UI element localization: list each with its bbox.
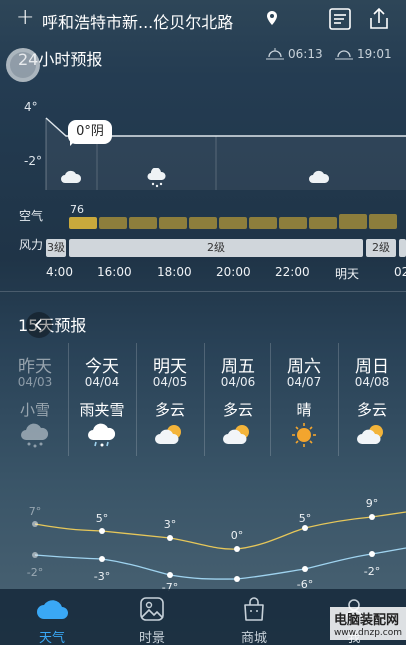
cloud-icon	[37, 600, 68, 619]
cloudy-icon	[309, 170, 330, 183]
low-temp: -3°	[93, 570, 111, 583]
time-label: 4:00	[46, 265, 73, 279]
aqi-bar[interactable]	[189, 217, 217, 229]
aqi-bar[interactable]	[99, 217, 127, 229]
aqi-bar[interactable]	[309, 217, 337, 229]
sunrise: 06:13	[266, 47, 323, 61]
share-button[interactable]	[366, 6, 392, 32]
time-label: 02	[394, 265, 406, 279]
day-condition: 小雪	[19, 401, 50, 419]
add-city-button[interactable]: +	[16, 7, 34, 29]
location-pin-icon	[267, 11, 277, 25]
wind-level-segment[interactable]: 3级	[46, 239, 66, 257]
day-date: 04/03	[17, 375, 53, 389]
chevron-left-icon	[34, 319, 42, 331]
floating-assistant-button[interactable]	[6, 48, 40, 82]
high-temp: 3°	[163, 518, 177, 531]
high-temp: 5°	[95, 512, 109, 525]
list-button[interactable]	[327, 6, 353, 32]
high-temp: 9°	[365, 497, 379, 510]
aqi-bar[interactable]	[279, 217, 307, 229]
aqi-bar[interactable]	[369, 214, 397, 229]
watermark-line1: 电脑装配网	[333, 613, 399, 628]
day-date: 04/07	[286, 375, 322, 389]
shopping-bag-icon	[244, 597, 264, 621]
cloudy-icon	[61, 170, 82, 183]
sunrise-icon	[266, 48, 284, 60]
aqi-bar[interactable]	[69, 217, 97, 229]
sunset-icon	[335, 50, 353, 60]
aqi-bar[interactable]	[129, 217, 157, 229]
sunrise-time: 06:13	[288, 47, 323, 61]
low-temp: -2°	[26, 566, 44, 579]
nav-label: 天气	[38, 631, 65, 645]
column-divider	[136, 343, 137, 456]
snow-icon	[21, 423, 49, 448]
column-divider	[204, 343, 205, 456]
wind-level-segment	[399, 239, 406, 257]
high-temp: 7°	[28, 505, 42, 518]
day-name: 周六	[287, 357, 321, 377]
wind-level-segment[interactable]: 2级	[366, 239, 396, 257]
day-date: 04/05	[152, 375, 188, 389]
air-label: 空气	[19, 209, 44, 223]
nav-label: 商城	[240, 631, 267, 645]
day-condition: 晴	[296, 401, 312, 419]
section-divider	[0, 291, 406, 292]
aqi-bar[interactable]	[219, 217, 247, 229]
nav-weather[interactable]: 天气	[2, 589, 102, 645]
nav-mall[interactable]: 商城	[204, 589, 304, 645]
wind-level-segment[interactable]: 2级	[69, 239, 363, 257]
time-label: 18:00	[157, 265, 192, 279]
column-divider	[270, 343, 271, 456]
sunny-icon	[292, 423, 316, 447]
time-label: 20:00	[216, 265, 251, 279]
day-date: 04/04	[84, 375, 120, 389]
high-temp: 0°	[230, 529, 244, 542]
aqi-bar[interactable]	[159, 217, 187, 229]
day-condition: 多云	[154, 401, 185, 419]
day-date: 04/06	[220, 375, 256, 389]
aqi-bar[interactable]	[249, 217, 277, 229]
nav-scenery[interactable]: 时景	[102, 589, 202, 645]
watermark-line2: www.dnzp.com	[333, 628, 402, 638]
partly-cloudy-icon	[155, 425, 181, 444]
column-divider	[338, 343, 339, 456]
day-name: 周五	[221, 357, 255, 377]
aqi-value: 76	[70, 203, 84, 216]
column-divider	[68, 343, 69, 456]
location-title[interactable]: 呼和浩特市新...伦贝尔北路	[42, 9, 233, 33]
time-label: 22:00	[275, 265, 310, 279]
day-condition: 雨夹雪	[79, 401, 125, 419]
picture-icon	[140, 597, 164, 621]
bubble-tail	[70, 140, 76, 146]
wind-label: 风力	[19, 238, 44, 252]
aqi-bar[interactable]	[339, 214, 367, 229]
day-condition: 多云	[356, 401, 387, 419]
sleet-icon	[88, 423, 116, 447]
back-button[interactable]	[26, 312, 52, 338]
day-date: 04/08	[354, 375, 390, 389]
time-label: 明天	[335, 267, 360, 281]
nav-label: 时景	[138, 631, 165, 645]
day-condition: 多云	[222, 401, 253, 419]
day-name: 昨天	[18, 357, 52, 377]
time-label: 16:00	[97, 265, 132, 279]
high-temp: 5°	[298, 512, 312, 525]
light-snow-icon	[147, 168, 166, 188]
partly-cloudy-icon	[357, 425, 383, 444]
temp-trend-chart	[32, 511, 406, 582]
top-bar: + 呼和浩特市新...伦贝尔北路	[0, 0, 406, 40]
day-name: 今天	[85, 357, 119, 377]
watermark: 电脑装配网 www.dnzp.com	[329, 607, 406, 640]
day-name: 明天	[153, 357, 187, 377]
partly-cloudy-icon	[223, 425, 249, 444]
day-name: 周日	[355, 357, 389, 377]
low-temp: -2°	[363, 565, 381, 578]
sunset-time: 19:01	[357, 47, 392, 61]
sunset: 19:01	[335, 47, 392, 61]
